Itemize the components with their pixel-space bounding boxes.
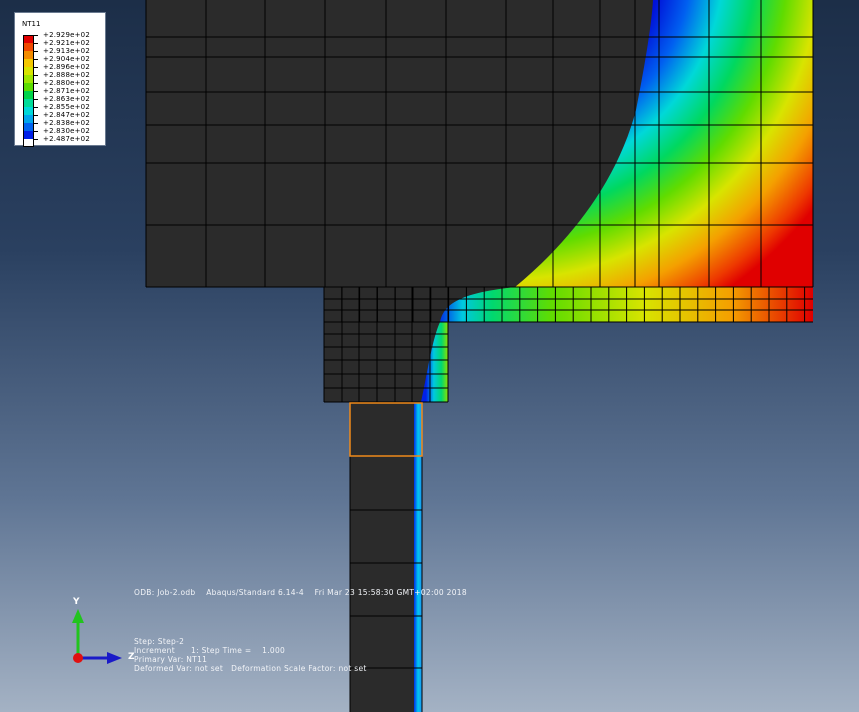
legend-swatch — [23, 75, 34, 83]
legend-tick — [34, 59, 38, 60]
legend-swatch — [23, 99, 34, 107]
step-info-line: Step: Step-2 — [134, 637, 185, 646]
legend-label: +2.913e+02 — [43, 47, 90, 55]
legend-tick — [34, 75, 38, 76]
legend-label: +2.929e+02 — [43, 31, 90, 39]
legend-label: +2.863e+02 — [43, 95, 90, 103]
legend-label: +2.904e+02 — [43, 55, 90, 63]
legend-tick — [34, 99, 38, 100]
legend-swatch — [23, 43, 34, 51]
legend-tick — [34, 139, 38, 140]
legend-label: +2.838e+02 — [43, 119, 90, 127]
legend-label: +2.487e+02 — [43, 135, 90, 143]
legend-swatch — [23, 67, 34, 75]
legend-entry: +2.487e+02 — [23, 135, 105, 147]
legend-label: +2.871e+02 — [43, 87, 90, 95]
legend-tick — [34, 83, 38, 84]
legend-tick — [34, 107, 38, 108]
z-axis-label: Z — [128, 652, 135, 662]
axis-origin-icon — [73, 653, 83, 663]
legend-swatch — [23, 59, 34, 67]
increment-info-line: Increment 1: Step Time = 1.000 — [134, 646, 286, 655]
legend-swatch — [23, 83, 34, 91]
contour-legend[interactable]: NT11 +2.929e+02 +2.921e+02 +2.913e+02 +2.90… — [14, 12, 106, 147]
legend-label: +2.847e+02 — [43, 111, 90, 119]
legend-swatch — [23, 123, 34, 131]
legend-swatch — [23, 91, 34, 99]
primary-var-line: Primary Var: NT11 — [134, 655, 208, 664]
legend-tick — [34, 67, 38, 68]
legend-title: NT11 — [22, 20, 41, 28]
legend-tick — [34, 115, 38, 116]
deformed-var-line: Deformed Var: not set Deformation Scale … — [134, 664, 367, 673]
legend-swatch — [23, 51, 34, 59]
legend-tick — [34, 51, 38, 52]
fine-mesh-strip[interactable] — [324, 287, 813, 322]
legend-label: +2.896e+02 — [43, 63, 90, 71]
legend-label: +2.880e+02 — [43, 79, 90, 87]
legend-tick — [34, 131, 38, 132]
y-axis-label: Y — [73, 597, 80, 607]
legend-tick — [34, 123, 38, 124]
legend-label: +2.888e+02 — [43, 71, 90, 79]
legend-tick — [34, 91, 38, 92]
legend-tick — [34, 43, 38, 44]
legend-swatch — [23, 107, 34, 115]
axis-triad — [72, 609, 122, 664]
legend-tick — [34, 35, 38, 36]
legend-label: +2.855e+02 — [43, 103, 90, 111]
legend-swatch — [23, 35, 34, 43]
z-axis-arrow-icon — [107, 652, 122, 664]
legend-swatch — [23, 115, 34, 123]
legend-swatch — [23, 139, 34, 147]
legend-swatch — [23, 131, 34, 139]
upper-block[interactable] — [146, 0, 813, 287]
legend-label: +2.830e+02 — [43, 127, 90, 135]
odb-info-line: ODB: Job-2.odb Abaqus/Standard 6.14-4 Fr… — [134, 588, 467, 597]
legend-label: +2.921e+02 — [43, 39, 90, 47]
y-axis-arrow-icon — [72, 609, 84, 623]
